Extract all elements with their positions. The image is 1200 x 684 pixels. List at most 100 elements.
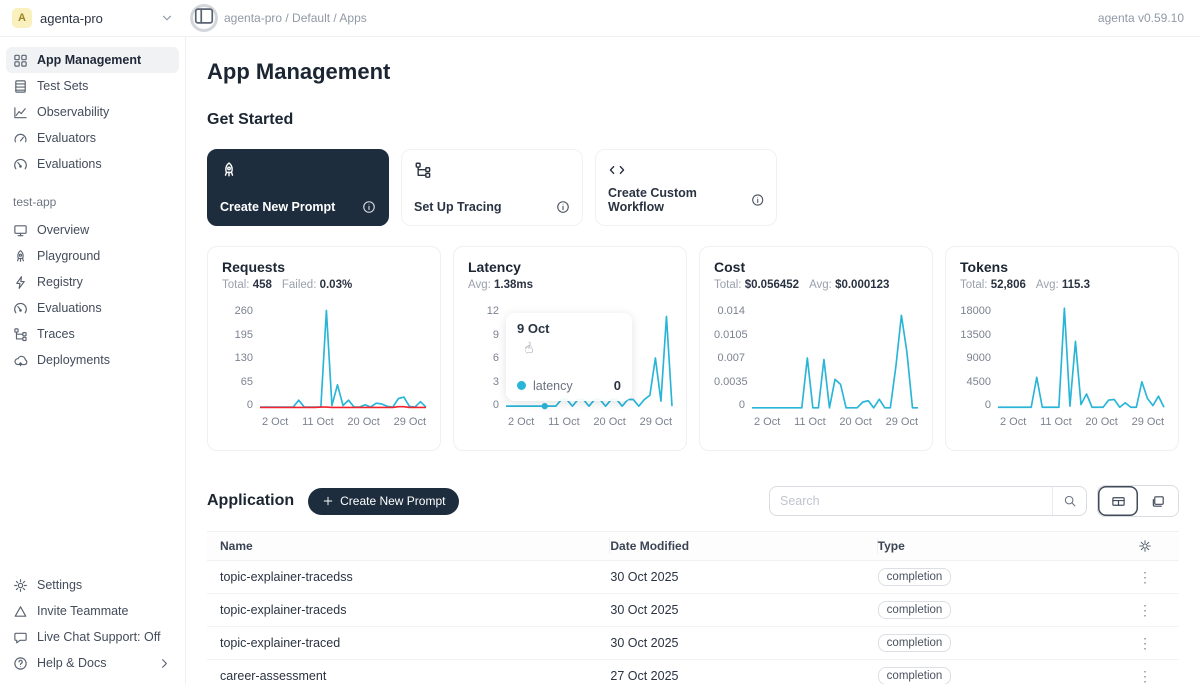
row-menu-dots-icon[interactable]: ⋮ [1138,636,1152,650]
page-title: App Management [207,59,1179,85]
get-started-card-create-custom-workflow[interactable]: Create Custom Workflow [595,149,777,226]
rocket-icon [220,161,238,179]
lightning-icon [13,275,28,290]
sidebar-item-label: Overview [37,223,89,237]
sidebar-item-evaluations[interactable]: Evaluations [6,295,179,321]
table-row[interactable]: career-assessment27 Oct 2025completion⋮ [207,660,1179,684]
info-icon [556,200,570,214]
sidebar-item-deployments[interactable]: Deployments [6,347,179,373]
chat-icon [13,630,28,645]
main-content: App Management Get Started Create New Pr… [186,37,1200,684]
grid-icon [13,53,28,68]
sidebar-item-traces[interactable]: Traces [6,321,179,347]
row-menu-dots-icon[interactable]: ⋮ [1138,570,1152,584]
table-row[interactable]: topic-explainer-traceds30 Oct 2025comple… [207,594,1179,627]
workspace-avatar: A [12,8,32,28]
y-axis-ticks: 260195130650 [222,305,260,411]
create-new-prompt-button[interactable]: Create New Prompt [308,488,459,515]
sidebar-app-label: test-app [6,177,179,217]
sidebar-item-overview[interactable]: Overview [6,217,179,243]
workspace-switcher[interactable]: A agenta-pro [0,0,186,36]
speedometer-icon [13,157,28,172]
sidebar-item-evaluators[interactable]: Evaluators [6,125,179,151]
row-menu-dots-icon[interactable]: ⋮ [1138,603,1152,617]
metric-charts: RequestsTotal: 458Failed: 0.03%260195130… [207,246,1179,451]
table-settings-gear-icon[interactable] [1138,539,1152,553]
metric-stats: Avg: 1.38ms [468,279,672,291]
sidebar-item-help-docs[interactable]: Help & Docs [6,650,179,676]
sidebar-item-label: Evaluations [37,157,102,171]
date-modified-cell: 30 Oct 2025 [610,636,877,650]
hand-cursor-icon: ☝ [522,338,535,358]
get-started-card-set-up-tracing[interactable]: Set Up Tracing [401,149,583,226]
date-modified-cell: 30 Oct 2025 [610,603,877,617]
sidebar-item-label: Help & Docs [37,656,106,670]
col-header-date-modified[interactable]: Date Modified [610,538,877,554]
app-name-cell: topic-explainer-traced [207,636,610,650]
sidebar: App Management Test Sets Observability Eval… [0,37,186,684]
app-name-cell: career-assessment [207,669,610,683]
info-icon [751,193,764,207]
line-chart [752,305,918,411]
x-axis-ticks: 2 Oct11 Oct20 Oct29 Oct [960,416,1164,428]
code-icon [608,161,626,179]
type-badge: completion [878,601,952,619]
sidebar-item-label: Observability [37,105,109,119]
search-input[interactable] [770,494,1052,508]
chevron-right-icon [157,656,172,671]
col-header-name[interactable]: Name [207,538,610,554]
sidebar-item-test-sets[interactable]: Test Sets [6,73,179,99]
search-button[interactable] [1052,487,1086,515]
workspace-name: agenta-pro [40,11,152,26]
sidebar-item-label: Live Chat Support: Off [37,630,160,644]
metric-title: Cost [714,259,918,275]
panel-left-icon [193,5,215,32]
table-view-button[interactable] [1098,486,1138,516]
app-root: A agenta-pro agenta-pro / Default / Apps… [0,0,1200,684]
table-row[interactable]: topic-explainer-tracedss30 Oct 2025compl… [207,561,1179,594]
metric-title: Latency [468,259,672,275]
col-header-type[interactable]: Type [878,539,1111,553]
sidebar-item-settings[interactable]: Settings [6,572,179,598]
top-bar: A agenta-pro agenta-pro / Default / Apps… [0,0,1200,37]
x-axis-ticks: 2 Oct11 Oct20 Oct29 Oct [222,416,426,428]
version-label: agenta v0.59.10 [1098,11,1200,25]
view-switcher [1097,485,1179,517]
metric-card-tokens: TokensTotal: 52,806Avg: 115.318000135009… [945,246,1179,451]
metric-stats: Total: $0.056452Avg: $0.000123 [714,279,918,291]
line-chart [998,305,1164,411]
sidebar-item-label: Deployments [37,353,110,367]
sidebar-app-nav: Overview Playground RegistryEvaluationsTra… [6,217,179,373]
row-menu-dots-icon[interactable]: ⋮ [1138,669,1152,683]
get-started-card-create-new-prompt[interactable]: Create New Prompt [207,149,389,226]
sidebar-toggle-button[interactable] [190,4,218,32]
sidebar-item-live-chat-support-off[interactable]: Live Chat Support: Off [6,624,179,650]
date-modified-cell: 27 Oct 2025 [610,669,877,683]
sidebar-item-registry[interactable]: Registry [6,269,179,295]
table-view-icon [1111,494,1126,509]
cloud-icon [13,353,28,368]
sidebar-item-observability[interactable]: Observability [6,99,179,125]
card-view-button[interactable] [1138,486,1178,516]
table-row[interactable]: topic-explainer-traced30 Oct 2025complet… [207,627,1179,660]
info-icon [362,200,376,214]
metric-card-cost: CostTotal: $0.056452Avg: $0.0001230.0140… [699,246,933,451]
card-label: Set Up Tracing [414,200,502,214]
app-name-cell: topic-explainer-traceds [207,603,610,617]
observability-icon [13,105,28,120]
table-header-row: Name Date Modified Type [207,531,1179,561]
series-dot-icon [517,381,526,390]
sidebar-item-label: Playground [37,249,100,263]
monitor-icon [13,223,28,238]
sidebar-item-label: App Management [37,53,141,67]
breadcrumb[interactable]: agenta-pro / Default / Apps [224,11,1098,25]
sidebar-item-label: Invite Teammate [37,604,128,618]
sidebar-item-evaluations[interactable]: Evaluations [6,151,179,177]
tree-icon [13,327,28,342]
sidebar-item-playground[interactable]: Playground [6,243,179,269]
sidebar-item-invite-teammate[interactable]: Invite Teammate [6,598,179,624]
metric-card-requests: RequestsTotal: 458Failed: 0.03%260195130… [207,246,441,451]
search-box [769,486,1087,516]
sidebar-item-app-management[interactable]: App Management [6,47,179,73]
application-header: Application Create New Prompt [207,485,1179,517]
